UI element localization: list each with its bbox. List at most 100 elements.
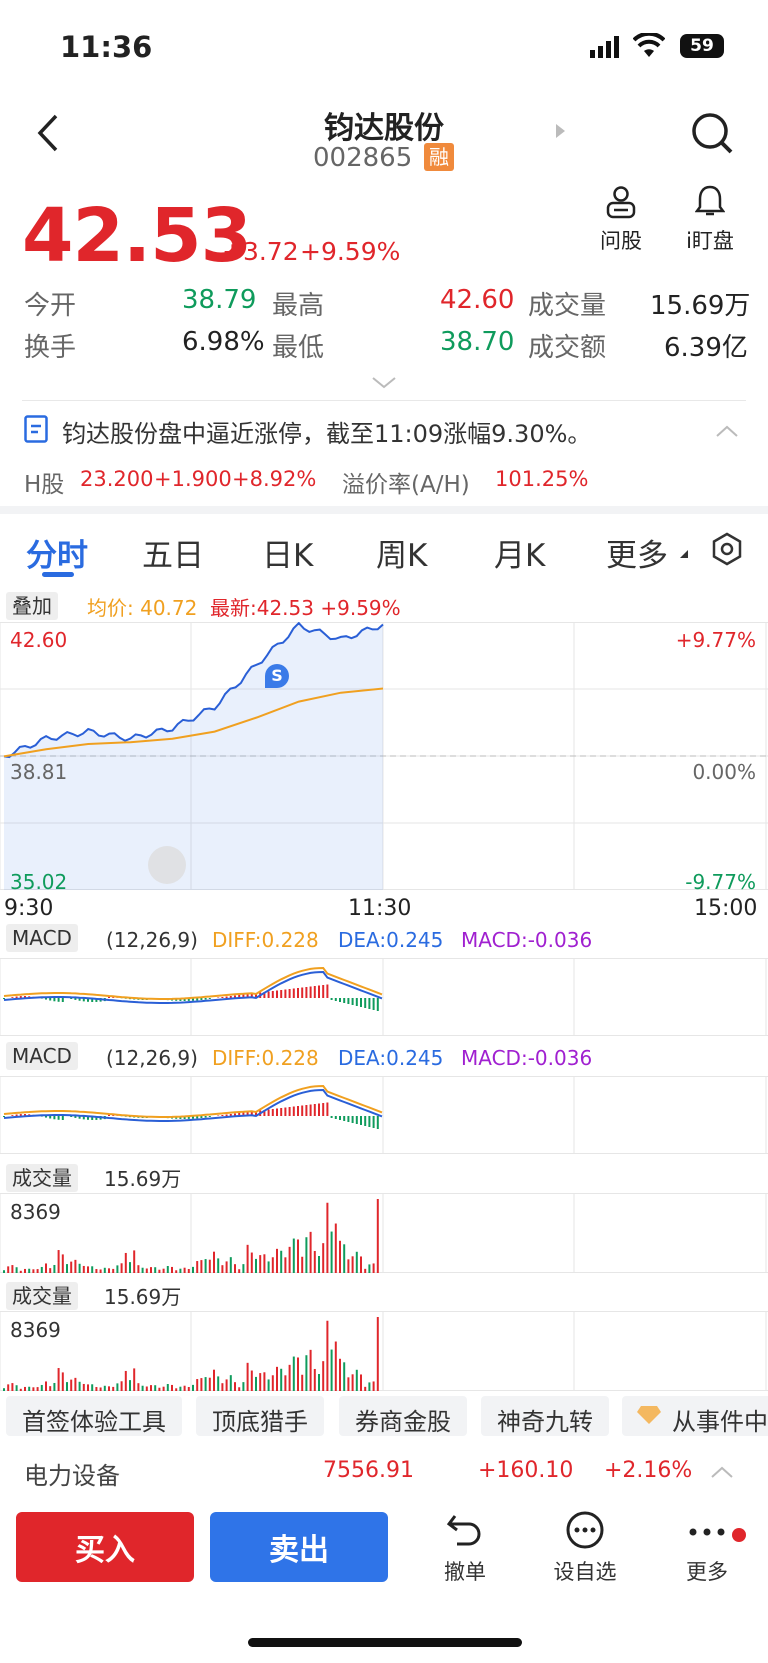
ask-stock-button[interactable]: 问股 bbox=[596, 185, 646, 255]
chart-tabs: 分时 五日 日K 周K 月K 更多 bbox=[0, 510, 768, 580]
stock-code: 002865 bbox=[313, 143, 413, 173]
buy-button[interactable]: 买入 bbox=[16, 1512, 194, 1582]
macd-value-2: MACD:-0.036 bbox=[461, 1046, 593, 1070]
fullscreen-icon[interactable] bbox=[148, 846, 186, 884]
volume-chart-2[interactable] bbox=[0, 1311, 768, 1391]
volume-total-1: 15.69万 bbox=[104, 1167, 182, 1191]
cancel-order-button[interactable]: 撤单 bbox=[420, 1510, 510, 1586]
watch-button[interactable]: i盯盘 bbox=[680, 185, 740, 255]
volume-header-2: 成交量 bbox=[6, 1280, 78, 1310]
macd-header-2: MACD bbox=[6, 1042, 78, 1070]
macd-chart-1[interactable] bbox=[0, 958, 768, 1036]
stock-header: 钧达股份 002865 融 bbox=[0, 95, 768, 185]
more-button[interactable]: 更多 bbox=[662, 1510, 752, 1586]
bottom-toolbar: 买入 卖出 撤单 设自选 更多 bbox=[0, 1500, 768, 1630]
hshare-pct: +8.92% bbox=[232, 467, 317, 491]
macd-chart-2[interactable] bbox=[0, 1076, 768, 1154]
stat-open-value: 38.79 bbox=[182, 285, 257, 315]
macd-dea-1: DEA:0.245 bbox=[338, 928, 444, 952]
status-bar: 11:36 59 bbox=[0, 0, 768, 95]
add-watchlist-label: 设自选 bbox=[553, 1560, 617, 1584]
current-price: 42.53 bbox=[22, 193, 252, 279]
macd-select-2[interactable]: MACD bbox=[6, 1042, 78, 1070]
macd-dea-2: DEA:0.245 bbox=[338, 1046, 444, 1070]
home-indicator bbox=[248, 1638, 522, 1647]
notification-dot bbox=[732, 1528, 746, 1542]
ask-stock-label: 问股 bbox=[600, 229, 642, 253]
axis-mid: 38.81 bbox=[10, 760, 68, 784]
tab-more[interactable]: 更多 bbox=[606, 530, 668, 575]
person-icon bbox=[596, 185, 646, 223]
diamond-icon bbox=[636, 1404, 662, 1432]
time-start: 9:30 bbox=[4, 896, 54, 921]
intraday-chart[interactable]: 42.60 38.81 35.02 +9.77% 0.00% -9.77% S bbox=[0, 622, 768, 922]
tab-weekly-k[interactable]: 周K bbox=[376, 530, 427, 575]
volume-chart-1[interactable] bbox=[0, 1193, 768, 1273]
premium-value: 101.25% bbox=[495, 467, 589, 491]
tab-intraday[interactable]: 分时 bbox=[26, 530, 88, 575]
macd-diff-1: DIFF:0.228 bbox=[212, 928, 319, 952]
stat-volume-value: 15.69万 bbox=[650, 291, 751, 321]
volume-select-2[interactable]: 成交量 bbox=[6, 1282, 78, 1310]
sector-change: +160.10 bbox=[478, 1458, 574, 1483]
time-mid: 11:30 bbox=[348, 896, 412, 921]
collapse-news-icon[interactable] bbox=[715, 423, 739, 442]
chart-header: 叠加 bbox=[6, 590, 58, 620]
price-area bbox=[4, 623, 383, 890]
tab-daily-k[interactable]: 日K bbox=[262, 530, 313, 575]
hshare-change: +1.900 bbox=[154, 467, 232, 491]
time-end: 15:00 bbox=[694, 896, 758, 921]
watch-label: i盯盘 bbox=[686, 229, 734, 253]
latest-price: 最新:42.53 +9.59% bbox=[210, 596, 401, 620]
volume-total-2: 15.69万 bbox=[104, 1285, 182, 1309]
tab-monthly-k[interactable]: 月K bbox=[494, 530, 545, 575]
battery-icon: 59 bbox=[680, 34, 724, 58]
diff-line bbox=[3, 966, 383, 1000]
signal-marker[interactable]: S bbox=[265, 664, 289, 688]
sector-expand-icon[interactable] bbox=[710, 1464, 734, 1483]
axis-low: 35.02 bbox=[10, 870, 68, 894]
sector-value: 7556.91 bbox=[323, 1458, 414, 1483]
chat-icon bbox=[540, 1510, 630, 1554]
stat-low-label: 最低 bbox=[272, 333, 325, 363]
volume-max-1: 8369 bbox=[10, 1200, 61, 1224]
axis-low-pct: -9.77% bbox=[685, 870, 756, 894]
macd-select-1[interactable]: MACD bbox=[6, 924, 78, 952]
macd-params-2: (12,26,9) bbox=[106, 1046, 198, 1070]
hshare-price: 23.200 bbox=[80, 467, 154, 491]
volume-header-1: 成交量 bbox=[6, 1162, 78, 1192]
stat-high-label: 最高 bbox=[272, 291, 325, 321]
stat-amount-value: 6.39亿 bbox=[664, 333, 748, 363]
macd-params-1: (12,26,9) bbox=[106, 928, 198, 952]
tool-broker-stocks[interactable]: 券商金股 bbox=[339, 1396, 467, 1436]
sector-pct: +2.16% bbox=[604, 1458, 693, 1483]
search-icon[interactable] bbox=[690, 111, 734, 159]
next-stock-icon[interactable] bbox=[555, 123, 567, 143]
tool-bottom-top[interactable]: 顶底猎手 bbox=[196, 1396, 324, 1436]
macd-header-1: MACD bbox=[6, 924, 78, 952]
diff-line bbox=[3, 1084, 383, 1118]
tool-event[interactable]: 从事件中 bbox=[622, 1396, 768, 1436]
news-text[interactable]: 钧达股份盘中逼近涨停，截至11:09涨幅9.30%。 bbox=[62, 414, 591, 449]
tool-nine-turn[interactable]: 神奇九转 bbox=[481, 1396, 609, 1436]
add-watchlist-button[interactable]: 设自选 bbox=[540, 1510, 630, 1586]
premium-label: 溢价率(A/H) bbox=[342, 472, 470, 498]
avg-price: 均价: 40.72 bbox=[87, 596, 198, 620]
sector-name[interactable]: 电力设备 bbox=[24, 1456, 120, 1491]
volume-select-1[interactable]: 成交量 bbox=[6, 1164, 78, 1192]
margin-badge: 融 bbox=[424, 143, 454, 171]
settings-icon[interactable] bbox=[710, 532, 744, 570]
stat-amount-label: 成交额 bbox=[528, 333, 607, 363]
divider bbox=[22, 400, 746, 401]
macd-diff-2: DIFF:0.228 bbox=[212, 1046, 319, 1070]
tool-trial[interactable]: 首签体验工具 bbox=[6, 1396, 182, 1436]
news-icon bbox=[24, 415, 48, 447]
expand-chevron-icon[interactable] bbox=[371, 375, 397, 394]
axis-high-pct: +9.77% bbox=[675, 628, 756, 652]
tab-five-day[interactable]: 五日 bbox=[142, 530, 204, 575]
sell-button[interactable]: 卖出 bbox=[210, 1512, 388, 1582]
stat-volume-label: 成交量 bbox=[528, 291, 607, 321]
volume-max-2: 8369 bbox=[10, 1318, 61, 1342]
stat-open-label: 今开 bbox=[24, 291, 77, 321]
overlay-select[interactable]: 叠加 bbox=[6, 592, 58, 620]
